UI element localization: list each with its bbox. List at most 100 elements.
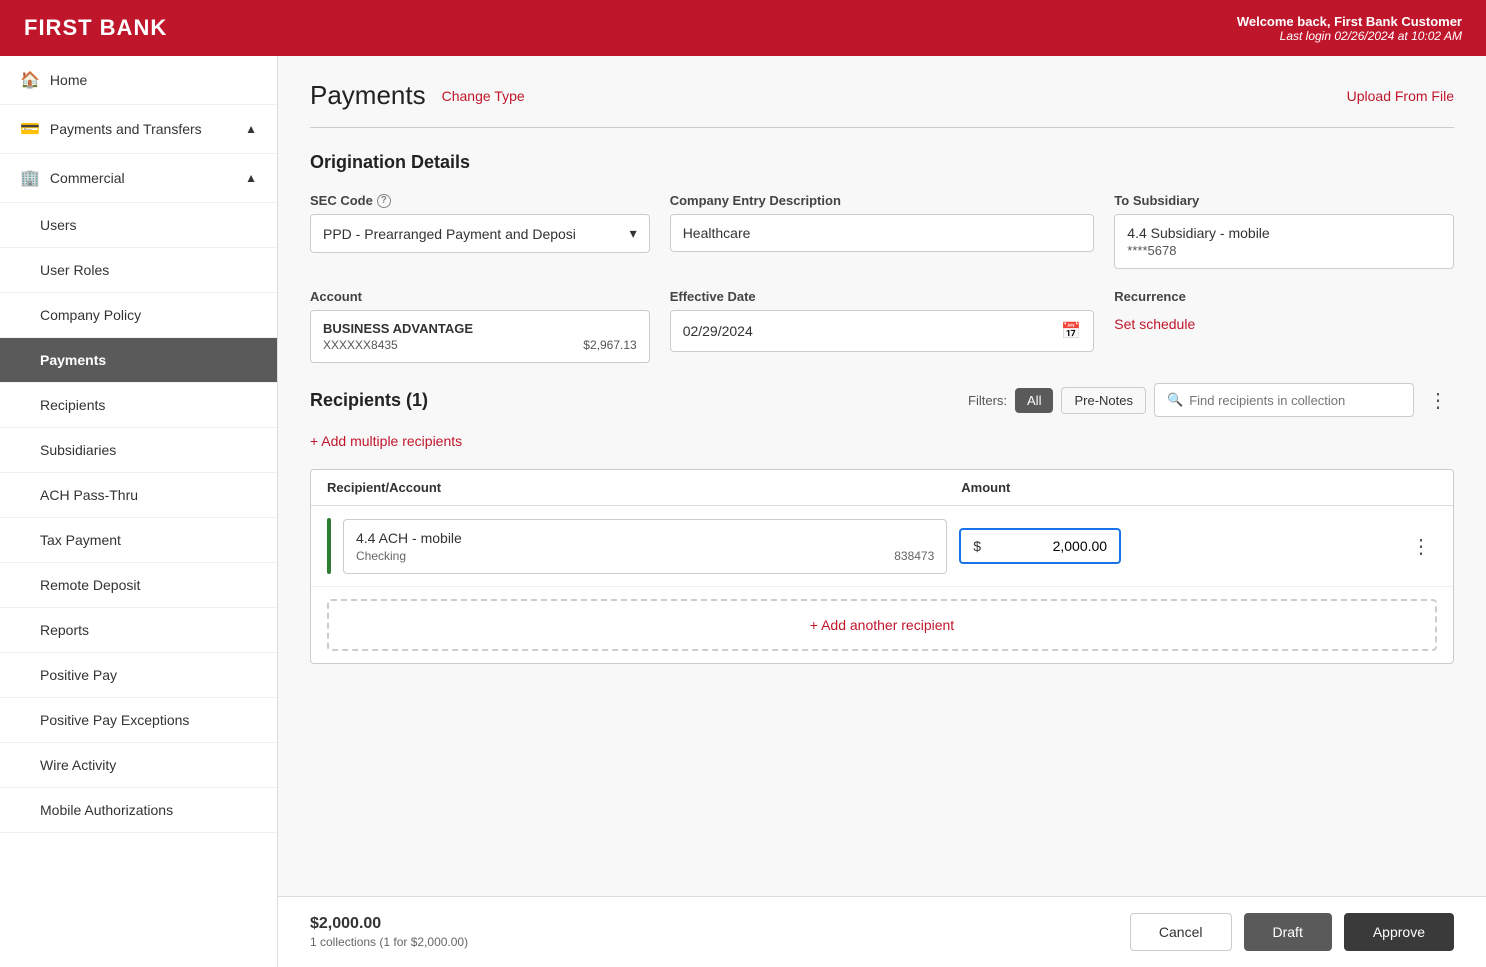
company-entry-group: Company Entry Description [670, 193, 1095, 269]
page-header: Payments Change Type Upload From File [310, 80, 1454, 111]
sec-code-select[interactable]: PPD - Prearranged Payment and Deposi ▾ [310, 214, 650, 253]
sidebar-item-reports[interactable]: Reports [0, 608, 277, 653]
effective-date-field[interactable]: 02/29/2024 📅 [670, 310, 1095, 352]
sidebar-item-positive-pay-exceptions[interactable]: Positive Pay Exceptions [0, 698, 277, 743]
form-row-1: SEC Code ? PPD - Prearranged Payment and… [310, 193, 1454, 269]
sidebar-item-positive-pay[interactable]: Positive Pay [0, 653, 277, 698]
sidebar-item-label: Commercial [50, 170, 125, 186]
dollar-sign: $ [973, 538, 981, 554]
set-schedule-link[interactable]: Set schedule [1114, 316, 1454, 332]
col-header-amount: Amount [961, 480, 1437, 495]
sidebar-item-label: Reports [40, 622, 89, 638]
sidebar-item-wire-activity[interactable]: Wire Activity [0, 743, 277, 788]
page-title: Payments [310, 80, 426, 111]
sidebar-item-label: Recipients [40, 397, 105, 413]
account-balance: $2,967.13 [583, 338, 636, 352]
row-indicator [327, 518, 331, 574]
recipients-table: Recipient/Account Amount 4.4 ACH - mobil… [310, 469, 1454, 664]
account-box[interactable]: BUSINESS ADVANTAGE XXXXXX8435 $2,967.13 [310, 310, 650, 363]
more-options-button[interactable]: ⋮ [1422, 388, 1454, 413]
origination-title: Origination Details [310, 152, 1454, 173]
upload-from-file-link[interactable]: Upload From File [1347, 88, 1454, 104]
header-divider [310, 127, 1454, 128]
search-icon: 🔍 [1167, 392, 1183, 408]
sidebar-item-mobile-authorizations[interactable]: Mobile Authorizations [0, 788, 277, 833]
sidebar-item-company-policy[interactable]: Company Policy [0, 293, 277, 338]
welcome-text: Welcome back, First Bank Customer [1237, 14, 1462, 29]
sidebar-item-home[interactable]: 🏠 Home [0, 56, 277, 105]
sidebar: 🏠 Home 💳 Payments and Transfers ▲ 🏢 Comm… [0, 56, 278, 967]
company-entry-input[interactable] [670, 214, 1095, 252]
sidebar-item-payments-transfers[interactable]: 💳 Payments and Transfers ▲ [0, 105, 277, 154]
search-box: 🔍 [1154, 383, 1414, 417]
company-entry-label: Company Entry Description [670, 193, 1095, 208]
sidebar-item-users[interactable]: Users [0, 203, 277, 248]
card-icon: 💳 [20, 119, 40, 139]
recurrence-label: Recurrence [1114, 289, 1454, 304]
main-footer: $2,000.00 1 collections (1 for $2,000.00… [278, 896, 1486, 967]
effective-date-value: 02/29/2024 [683, 323, 753, 339]
sec-code-value: PPD - Prearranged Payment and Deposi [323, 226, 576, 242]
table-header: Recipient/Account Amount [311, 470, 1453, 506]
sidebar-item-ach-pass-thru[interactable]: ACH Pass-Thru [0, 473, 277, 518]
sec-code-label: SEC Code ? [310, 193, 650, 208]
sidebar-item-remote-deposit[interactable]: Remote Deposit [0, 563, 277, 608]
filters-area: Filters: All Pre-Notes 🔍 ⋮ [448, 383, 1454, 417]
home-icon: 🏠 [20, 70, 40, 90]
sidebar-item-subsidiaries[interactable]: Subsidiaries [0, 428, 277, 473]
account-group: Account BUSINESS ADVANTAGE XXXXXX8435 $2… [310, 289, 650, 363]
form-row-2: Account BUSINESS ADVANTAGE XXXXXX8435 $2… [310, 289, 1454, 363]
main-inner: Payments Change Type Upload From File Or… [278, 56, 1486, 896]
page-title-area: Payments Change Type [310, 80, 525, 111]
draft-button[interactable]: Draft [1244, 913, 1332, 951]
filter-all-button[interactable]: All [1015, 388, 1053, 413]
origination-section: Origination Details SEC Code ? PPD - Pre… [310, 152, 1454, 363]
amount-input[interactable] [987, 538, 1107, 554]
search-input[interactable] [1189, 393, 1401, 408]
account-row: XXXXXX8435 $2,967.13 [323, 338, 637, 352]
recipient-number: 838473 [894, 549, 934, 563]
sidebar-item-user-roles[interactable]: User Roles [0, 248, 277, 293]
row-more-button[interactable]: ⋮ [1405, 534, 1437, 559]
sidebar-item-label: Payments and Transfers [50, 121, 202, 137]
footer-total-area: $2,000.00 1 collections (1 for $2,000.00… [310, 915, 468, 949]
footer-actions: Cancel Draft Approve [1130, 913, 1454, 951]
sidebar-item-label: Payments [40, 352, 106, 368]
approve-button[interactable]: Approve [1344, 913, 1454, 951]
sidebar-item-commercial[interactable]: 🏢 Commercial ▲ [0, 154, 277, 203]
add-another-recipient[interactable]: + Add another recipient [327, 599, 1437, 651]
layout: 🏠 Home 💳 Payments and Transfers ▲ 🏢 Comm… [0, 56, 1486, 967]
add-multiple-link[interactable]: + Add multiple recipients [310, 433, 1454, 449]
sidebar-item-label: ACH Pass-Thru [40, 487, 138, 503]
subsidiary-name: 4.4 Subsidiary - mobile [1127, 225, 1441, 241]
to-subsidiary-group: To Subsidiary 4.4 Subsidiary - mobile **… [1114, 193, 1454, 269]
welcome-area: Welcome back, First Bank Customer Last l… [1237, 14, 1462, 43]
recurrence-group: Recurrence Set schedule [1114, 289, 1454, 363]
account-label: Account [310, 289, 650, 304]
sidebar-item-label: Remote Deposit [40, 577, 140, 593]
sidebar-item-label: Home [50, 72, 87, 88]
footer-total: $2,000.00 [310, 915, 468, 933]
sidebar-item-label: Company Policy [40, 307, 141, 323]
filter-prenotes-button[interactable]: Pre-Notes [1061, 387, 1146, 414]
subsidiary-acct: ****5678 [1127, 243, 1441, 258]
sidebar-item-recipients[interactable]: Recipients [0, 383, 277, 428]
chevron-up-icon2: ▲ [245, 171, 257, 185]
account-name: BUSINESS ADVANTAGE [323, 321, 637, 336]
amount-box: $ [959, 528, 1121, 564]
sidebar-item-label: Tax Payment [40, 532, 121, 548]
recipients-title: Recipients (1) [310, 390, 428, 411]
building-icon: 🏢 [20, 168, 40, 188]
to-subsidiary-label: To Subsidiary [1114, 193, 1454, 208]
calendar-icon: 📅 [1061, 321, 1081, 341]
sidebar-item-payments[interactable]: Payments [0, 338, 277, 383]
add-recipient-label: + Add another recipient [810, 617, 954, 633]
amount-area: $ [959, 528, 1393, 564]
chevron-up-icon: ▲ [245, 122, 257, 136]
sidebar-item-label: Positive Pay [40, 667, 117, 683]
sec-code-group: SEC Code ? PPD - Prearranged Payment and… [310, 193, 650, 269]
sidebar-item-label: Users [40, 217, 77, 233]
sidebar-item-tax-payment[interactable]: Tax Payment [0, 518, 277, 563]
change-type-link[interactable]: Change Type [442, 88, 525, 104]
cancel-button[interactable]: Cancel [1130, 913, 1232, 951]
